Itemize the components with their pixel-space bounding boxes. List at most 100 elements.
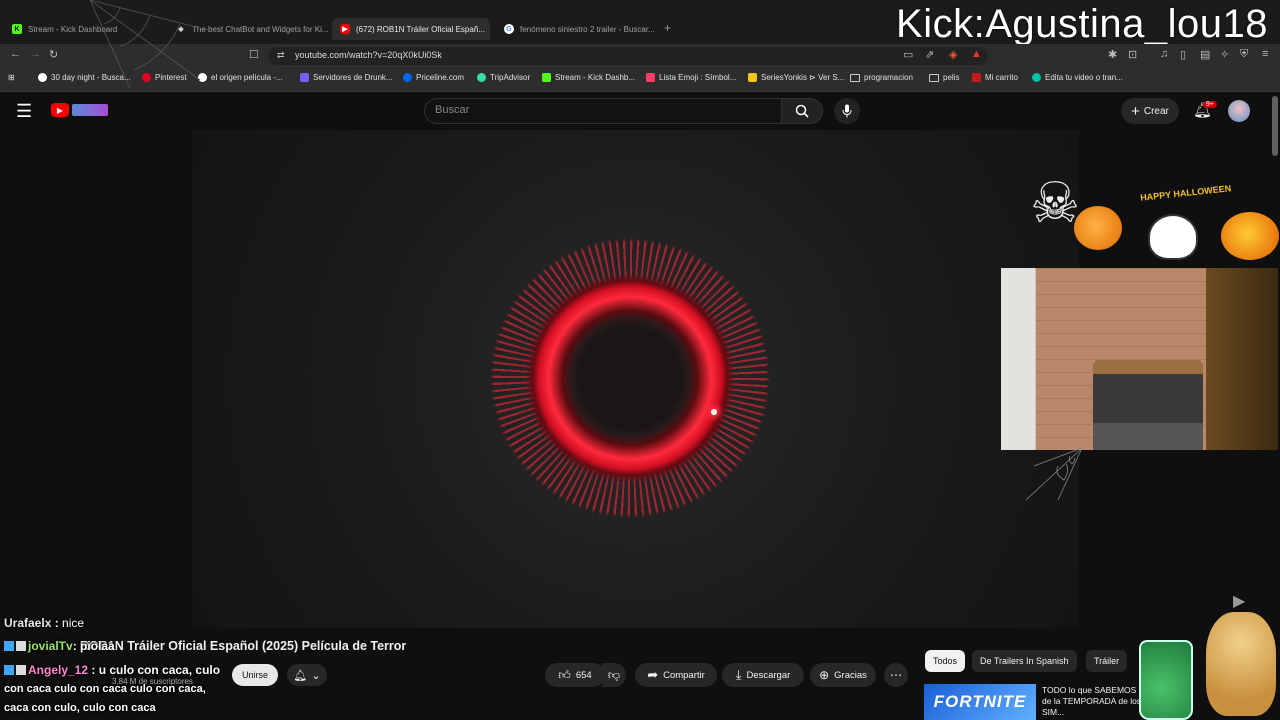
- menu-icon[interactable]: ≡: [1262, 48, 1268, 60]
- join-button[interactable]: Unirse: [232, 664, 278, 686]
- pumpkin-sticker: [1074, 206, 1122, 250]
- bookmark-label: Edita tu video o tran...: [1045, 73, 1123, 82]
- sidebar-icon[interactable]: ▯: [1180, 48, 1186, 61]
- thanks-button[interactable]: ⊕ Gracias: [810, 663, 876, 687]
- chip-trailer[interactable]: Tráiler: [1086, 650, 1128, 672]
- vpn-icon[interactable]: ⛨: [1240, 48, 1248, 61]
- subscriber-badge-icon: [4, 641, 14, 651]
- spiderweb-decoration: [1025, 447, 1083, 501]
- seriesyonkis-icon: [748, 73, 757, 82]
- brave-rewards-icon[interactable]: ▲: [971, 48, 982, 60]
- like-count: 654: [575, 669, 592, 681]
- bookmark-item[interactable]: Mi carrito: [972, 73, 1018, 82]
- jack-o-lantern-sticker: [1221, 212, 1279, 260]
- tab-label: fenómeno siniestro 2 trailer - Buscar...: [520, 24, 655, 34]
- happy-halloween-sticker: HAPPY HALLOWEEN: [1139, 183, 1232, 203]
- chevron-down-icon: ⌄: [311, 669, 321, 682]
- download-button[interactable]: ⤓ Descargar: [722, 663, 804, 687]
- share-page-icon[interactable]: ⇗: [925, 48, 934, 61]
- bookmark-label: Mi carrito: [985, 73, 1018, 82]
- reload-icon[interactable]: ↻: [49, 48, 58, 61]
- autoplay-next-icon[interactable]: ▶: [1233, 591, 1245, 611]
- search-button[interactable]: [781, 98, 823, 124]
- voice-search-button[interactable]: [834, 98, 860, 124]
- bookmark-item[interactable]: Stream - Kick Dashb...: [542, 73, 635, 82]
- bookmark-item[interactable]: Servidores de Drunk...: [300, 73, 393, 82]
- kick-icon: [542, 73, 551, 82]
- subscriber-badge-icon: [4, 665, 14, 675]
- bookmark-label: Priceline.com: [416, 73, 465, 82]
- forward-icon[interactable]: →: [30, 48, 41, 60]
- apps-icon[interactable]: ⊞: [8, 73, 15, 82]
- microphone-icon: [842, 104, 852, 118]
- bookmark-folder[interactable]: pelis: [929, 73, 959, 82]
- new-tab-button[interactable]: +: [664, 21, 671, 35]
- screenshot-icon[interactable]: ⊡: [1128, 48, 1137, 61]
- recommended-video-thumbnail[interactable]: FORTNITE: [924, 684, 1036, 720]
- search-icon: [795, 104, 809, 118]
- emoji-icon: [646, 73, 655, 82]
- bookmark-label: Servidores de Drunk...: [313, 73, 393, 82]
- skeleton-sticker: ☠: [1030, 171, 1081, 234]
- folder-icon: [929, 73, 939, 82]
- search-placeholder: Buscar: [435, 104, 470, 116]
- leo-icon[interactable]: ✧: [1220, 48, 1229, 61]
- youtube-logo-wordmark[interactable]: [72, 104, 108, 116]
- bell-icon: 🔔︎: [293, 669, 308, 682]
- cart-icon: [972, 73, 981, 82]
- bookmark-item[interactable]: el origen pelicula -...: [198, 73, 283, 82]
- download-icon: ⤓: [735, 667, 742, 682]
- moderator-badge-icon: [16, 641, 26, 651]
- share-label: Compartir: [663, 669, 705, 681]
- bookmark-label: SeriesYonkis ⊳ Ver S...: [761, 73, 845, 82]
- back-icon[interactable]: ←: [10, 48, 21, 60]
- google-icon: G: [504, 24, 514, 34]
- music-icon[interactable]: ♫: [1160, 48, 1168, 60]
- browser-tab[interactable]: G fenómeno siniestro 2 trailer - Buscar.…: [496, 18, 656, 40]
- bookmark-folder[interactable]: programacion: [850, 73, 913, 82]
- chat-message-continued: caca con culo, culo con caca: [4, 702, 156, 714]
- bookmark-label: programacion: [864, 73, 913, 82]
- cat-sticker: [1148, 214, 1198, 260]
- create-button[interactable]: + Crear: [1121, 98, 1179, 124]
- extensions-icon[interactable]: ✱: [1108, 48, 1117, 61]
- create-label: Crear: [1143, 105, 1169, 117]
- chat-username: jovialTv: [28, 639, 73, 653]
- search-input[interactable]: [424, 98, 782, 124]
- wallet-icon[interactable]: ▤: [1200, 48, 1210, 61]
- chat-text: con caca culo con caca culo con caca,: [4, 683, 206, 695]
- webcam-cabinet: [1206, 268, 1278, 450]
- kick-icon: K: [12, 24, 22, 34]
- chip-all[interactable]: Todos: [925, 650, 966, 672]
- account-avatar[interactable]: [1228, 100, 1250, 122]
- url-text[interactable]: youtube.com/watch?v=20qX0kUi0Sk: [295, 50, 442, 60]
- thanks-label: Gracias: [834, 669, 867, 681]
- site-info-icon[interactable]: ⇄: [277, 50, 285, 61]
- streamer-name-overlay: Kick:Agustina_lou18: [896, 2, 1268, 46]
- more-actions-icon[interactable]: ⋯: [884, 663, 908, 687]
- dislike-button[interactable]: 👎︎: [602, 663, 626, 687]
- bookmark-item[interactable]: Edita tu video o tran...: [1032, 73, 1123, 82]
- chip-channel[interactable]: De Trailers In Spanish: [972, 650, 1077, 672]
- subscription-bell-button[interactable]: 🔔︎ ⌄: [287, 664, 327, 686]
- bookmark-item[interactable]: Priceline.com: [403, 73, 464, 82]
- thanks-dollar-icon: ⊕: [819, 668, 830, 682]
- light-spark: [711, 409, 717, 415]
- bookmark-item[interactable]: TripAdvisor: [477, 73, 530, 82]
- youtube-icon: ▶: [340, 24, 350, 34]
- brave-shield-icon[interactable]: ◈: [949, 48, 957, 61]
- browser-tab-active[interactable]: ▶ (672) ROB1N Tráiler Oficial Españ... ✕: [332, 18, 490, 40]
- hamburger-menu-icon[interactable]: ☰: [16, 101, 32, 122]
- recommended-video-title[interactable]: TODO lo que SABEMOS de la TEMPORADA de l…: [1042, 685, 1142, 718]
- like-button[interactable]: 👍︎ 654: [545, 663, 605, 687]
- share-button[interactable]: ➦ Compartir: [635, 663, 717, 687]
- thumbs-down-icon: 👎︎: [607, 667, 621, 682]
- youtube-logo-icon[interactable]: ▶: [51, 103, 69, 117]
- bookmark-item[interactable]: SeriesYonkis ⊳ Ver S...: [748, 73, 844, 82]
- cast-icon[interactable]: ▭: [903, 48, 913, 61]
- bookmark-item[interactable]: Lista Emoji : Símbol...: [646, 73, 736, 82]
- webcam-door: [1001, 268, 1035, 450]
- bookmark-icon[interactable]: ☐: [249, 48, 259, 61]
- tab-label: (672) ROB1N Tráiler Oficial Españ...: [356, 24, 485, 34]
- page-scrollbar[interactable]: [1272, 96, 1278, 156]
